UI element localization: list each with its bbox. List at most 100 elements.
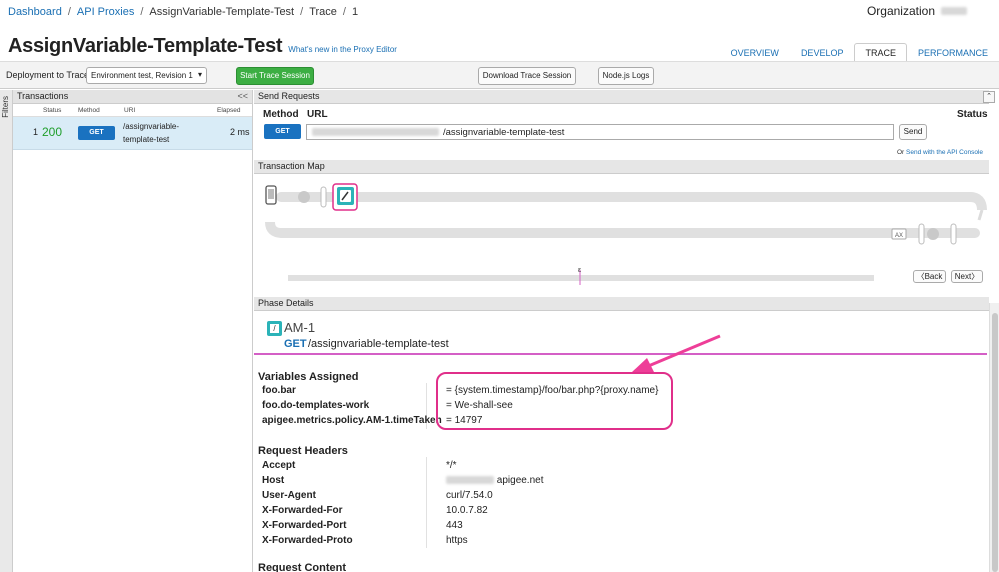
phase-details-scrollbar[interactable]: [989, 303, 999, 572]
next-button[interactable]: Next〉: [951, 270, 983, 283]
whats-new-link[interactable]: What's new in the Proxy Editor: [288, 45, 397, 54]
transaction-elapsed: 2 ms: [230, 127, 250, 137]
url-host-redacted: [312, 128, 439, 136]
breadcrumb: Dashboard / API Proxies / AssignVariable…: [8, 6, 358, 18]
chevron-left-icon: 〈: [916, 272, 925, 281]
header-value: https: [446, 535, 468, 546]
deployment-label: Deployment to Trace: [6, 70, 90, 80]
transactions-panel: Transactions << Status Method URI Elapse…: [13, 90, 253, 572]
back-button[interactable]: 〈Back: [913, 270, 946, 283]
download-trace-button[interactable]: Download Trace Session: [478, 67, 576, 85]
flow-step-marker[interactable]: [950, 223, 957, 245]
status-label: Status: [957, 109, 988, 120]
variable-key: foo.bar: [262, 385, 296, 396]
header-key: Accept: [262, 460, 296, 471]
send-button[interactable]: Send: [899, 124, 927, 140]
collapse-icon[interactable]: <<: [237, 91, 248, 102]
transaction-status: 200: [42, 125, 63, 139]
method-select[interactable]: GET: [264, 124, 301, 139]
organization-label: Organization: [866, 4, 935, 18]
filters-strip[interactable]: [0, 90, 13, 572]
environment-select-value: Environment test, Revision 1: [91, 71, 193, 80]
column-uri: URI: [124, 107, 136, 114]
environment-select[interactable]: Environment test, Revision 1 ▾: [86, 67, 207, 84]
transaction-uri-line2: template-test: [123, 135, 170, 144]
transaction-map-bar: Transaction Map: [254, 160, 989, 174]
chevron-down-icon: ▾: [197, 70, 202, 79]
transaction-uri-line1: /assignvariable-: [123, 122, 180, 131]
flow-step-marker[interactable]: [320, 186, 327, 208]
phase-details-title: Phase Details: [258, 298, 314, 308]
tab-develop[interactable]: DEVELOP: [790, 43, 855, 62]
flow-turn: [265, 221, 283, 238]
highlight-annotation-box: [436, 372, 673, 430]
flow-step-marker[interactable]: [918, 223, 925, 245]
header-key: Host: [262, 475, 285, 486]
header-value: 443: [446, 520, 463, 531]
annotation-arrow: [632, 334, 721, 372]
start-trace-button[interactable]: Start Trace Session: [236, 67, 314, 85]
request-content-title: Request Content: [258, 562, 346, 572]
panel-expand-icon[interactable]: ⌃: [983, 91, 995, 103]
flow-turn: [969, 192, 987, 211]
url-path: /assignvariable-template-test: [443, 126, 565, 138]
header-value: 10.0.7.82: [446, 505, 488, 516]
breadcrumb-separator: /: [342, 6, 346, 18]
pencil-icon: /: [270, 324, 279, 333]
main-panel: Send Requests ⌃ Method URL Status GET /a…: [254, 90, 999, 572]
api-console-link[interactable]: Send with the API Console: [906, 149, 983, 156]
url-label: URL: [307, 109, 328, 120]
chevron-right-icon: 〉: [971, 272, 980, 281]
header-value: curl/7.54.0: [446, 490, 493, 501]
tab-trace[interactable]: TRACE: [854, 43, 907, 62]
phase-divider: [254, 353, 987, 355]
tab-overview[interactable]: OVERVIEW: [720, 43, 790, 62]
title-row: AssignVariable-Template-Test What's new …: [8, 35, 397, 58]
breadcrumb-trace: Trace: [309, 6, 337, 18]
breadcrumb-api-proxies[interactable]: API Proxies: [77, 6, 134, 18]
transaction-row[interactable]: 1 200 GET /assignvariable- template-test…: [13, 117, 252, 150]
trace-toolbar: Deployment to Trace Environment test, Re…: [0, 61, 999, 89]
breadcrumb-revision: 1: [351, 6, 359, 18]
client-device-screen: [268, 189, 274, 199]
column-method: Method: [78, 107, 100, 114]
tab-performance[interactable]: PERFORMANCE: [907, 43, 999, 62]
breadcrumb-separator: /: [67, 6, 71, 18]
api-console-hint: Or Send with the API Console: [897, 149, 983, 156]
phase-path: /assignvariable-template-test: [308, 338, 449, 350]
breadcrumb-dashboard[interactable]: Dashboard: [8, 6, 62, 18]
send-requests-bar: Send Requests: [254, 90, 989, 104]
nodejs-logs-button[interactable]: Node.js Logs: [598, 67, 654, 85]
response-flow-track: [276, 228, 980, 238]
send-requests-title: Send Requests: [258, 91, 320, 101]
trace-timeline[interactable]: [288, 275, 874, 281]
column-status: Status: [43, 107, 62, 114]
filters-label[interactable]: Filters: [1, 96, 10, 118]
header-key: X-Forwarded-Port: [262, 520, 347, 531]
transaction-map-diagram: AX ε: [265, 183, 987, 285]
transaction-map-title: Transaction Map: [258, 161, 325, 171]
organization-selector[interactable]: Organization: [867, 4, 967, 18]
host-redacted: [446, 476, 494, 485]
request-headers-title: Request Headers: [258, 445, 348, 457]
header-key: User-Agent: [262, 490, 316, 501]
ax-label: AX: [895, 233, 903, 239]
breadcrumb-separator: /: [300, 6, 304, 18]
breadcrumb-proxy: AssignVariable-Template-Test: [149, 6, 295, 18]
organization-name-redacted: [941, 7, 967, 15]
page-title: AssignVariable-Template-Test: [8, 35, 283, 57]
header-key: X-Forwarded-For: [262, 505, 343, 516]
method-label: Method: [263, 109, 299, 120]
url-input[interactable]: /assignvariable-template-test: [306, 124, 894, 140]
transactions-title: Transactions: [17, 91, 69, 101]
timeline-marker: ε: [578, 267, 581, 274]
main-tabs: OVERVIEW DEVELOP TRACE PERFORMANCE: [720, 43, 999, 62]
headers-column-divider: [426, 457, 427, 548]
header-key: X-Forwarded-Proto: [262, 535, 353, 546]
flow-node[interactable]: [298, 191, 310, 203]
phase-details-bar: Phase Details: [254, 297, 989, 311]
scrollbar-thumb[interactable]: [992, 313, 998, 572]
flow-node[interactable]: [927, 228, 939, 240]
transaction-index: 1: [33, 127, 39, 137]
flow-arrow-icon: [977, 209, 984, 221]
